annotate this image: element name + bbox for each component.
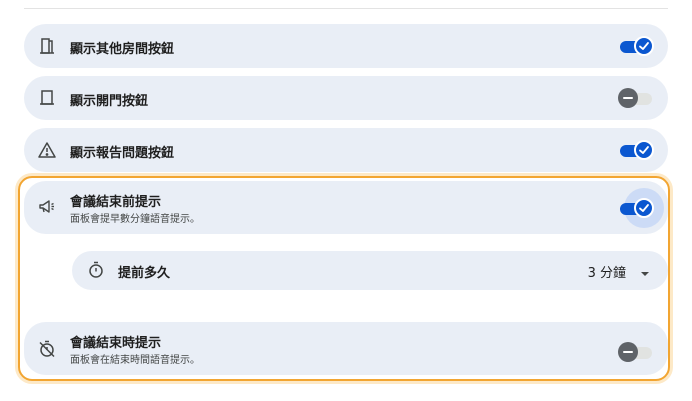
setting-label-report-issue: 顯示報告問題按鈕 — [70, 146, 175, 161]
toggle-knob — [634, 36, 654, 56]
lead-time-select[interactable]: 提前多久 3 分鐘 — [72, 251, 668, 290]
setting-label-meeting-end-time-reminder: 會議結束時提示 — [70, 336, 162, 351]
setting-label-meeting-end-reminder: 會議結束前提示 — [70, 195, 162, 210]
check-icon — [639, 204, 649, 212]
setting-description-meeting-end-reminder: 面板會提早數分鐘語音提示。 — [70, 214, 200, 225]
setting-row-open-door[interactable]: 顯示開門按鈕 — [24, 76, 668, 120]
setting-label-other-rooms: 顯示其他房間按鈕 — [70, 42, 175, 57]
toggle-report-issue[interactable] — [618, 139, 654, 161]
door-open-icon — [38, 89, 56, 107]
lead-time-label: 提前多久 — [118, 266, 171, 281]
toggle-open-door[interactable] — [618, 87, 654, 109]
megaphone-icon — [38, 198, 56, 216]
toggle-knob — [634, 198, 654, 218]
toggle-other-rooms[interactable] — [618, 35, 654, 57]
warning-icon — [38, 141, 56, 159]
lead-time-value: 3 分鐘 — [587, 266, 626, 281]
toggle-knob — [618, 88, 638, 108]
toggle-meeting-end-time-reminder[interactable] — [618, 341, 654, 363]
setting-row-meeting-end-reminder[interactable]: 會議結束前提示 面板會提早數分鐘語音提示。 — [24, 181, 668, 234]
top-divider — [24, 8, 668, 9]
door-icon — [38, 37, 56, 55]
setting-row-meeting-end-time-reminder[interactable]: 會議結束時提示 面板會在結束時間語音提示。 — [24, 322, 668, 375]
check-icon — [639, 146, 649, 154]
toggle-meeting-end-reminder[interactable] — [618, 197, 654, 219]
toggle-knob — [618, 342, 638, 362]
setting-row-report-issue[interactable]: 顯示報告問題按鈕 — [24, 128, 668, 172]
timer-icon — [87, 261, 105, 279]
setting-label-open-door: 顯示開門按鈕 — [70, 94, 149, 109]
setting-description-meeting-end-time-reminder: 面板會在結束時間語音提示。 — [70, 355, 200, 366]
setting-row-other-rooms[interactable]: 顯示其他房間按鈕 — [24, 24, 668, 68]
timer-off-icon — [38, 340, 56, 358]
toggle-knob — [634, 140, 654, 160]
check-icon — [639, 42, 649, 50]
caret-down-icon — [638, 265, 652, 277]
